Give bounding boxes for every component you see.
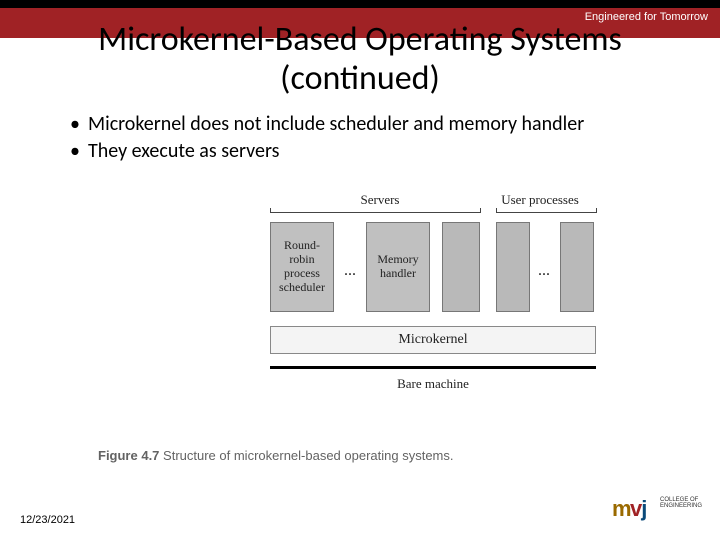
figure-caption: Figure 4.7 Structure of microkernel-base… (98, 448, 454, 463)
diagram-ellipsis: ... (344, 262, 356, 280)
diagram-label-servers: Servers (330, 192, 430, 208)
title-line2: (continued) (0, 59, 720, 98)
logo-letter-m: m (612, 496, 631, 522)
diagram-brace-tick (496, 208, 497, 213)
diagram-label-bare-machine: Bare machine (270, 376, 596, 392)
figure-number: Figure 4.7 (98, 448, 159, 463)
bullet-list: Microkernel does not include scheduler a… (70, 112, 650, 166)
bullet-item: Microkernel does not include scheduler a… (70, 112, 650, 137)
diagram-box-memory: Memoryhandler (366, 222, 430, 312)
diagram-brace-tick (596, 208, 597, 213)
diagram-box-user-blank (560, 222, 594, 312)
logo-subtext: COLLEGE OF ENGINEERING (660, 497, 702, 510)
header-black-bar (0, 0, 720, 8)
diagram-box-scheduler: Round-robinprocessscheduler (270, 222, 334, 312)
diagram-label-user-processes: User processes (490, 192, 590, 208)
logo: m vj COLLEGE OF ENGINEERING (612, 492, 702, 530)
diagram-separator (270, 366, 596, 369)
diagram-brace-tick (270, 208, 271, 213)
slide-title: Microkernel-Based Operating Systems (con… (0, 20, 720, 98)
logo-letter-v: v (630, 496, 641, 521)
diagram-ellipsis: ... (538, 262, 550, 280)
diagram-brace-user (496, 212, 596, 213)
logo-subtext-line2: ENGINEERING (660, 503, 702, 509)
diagram-brace-tick (480, 208, 481, 213)
bullet-item: They execute as servers (70, 139, 650, 164)
title-line1: Microkernel-Based Operating Systems (98, 19, 622, 60)
diagram-box-user-blank (496, 222, 530, 312)
logo-letter-j: j (641, 496, 646, 521)
diagram-box-server-blank (442, 222, 480, 312)
footer-date: 12/23/2021 (20, 514, 75, 526)
diagram-brace-servers (270, 212, 480, 213)
diagram-box-microkernel: Microkernel (270, 326, 596, 354)
slide: Engineered for Tomorrow Microkernel-Base… (0, 0, 720, 540)
logo-letters-vj: vj (630, 496, 646, 522)
figure-caption-text: Structure of microkernel-based operating… (163, 448, 453, 463)
diagram: Servers User processes Round-robinproces… (270, 192, 610, 422)
